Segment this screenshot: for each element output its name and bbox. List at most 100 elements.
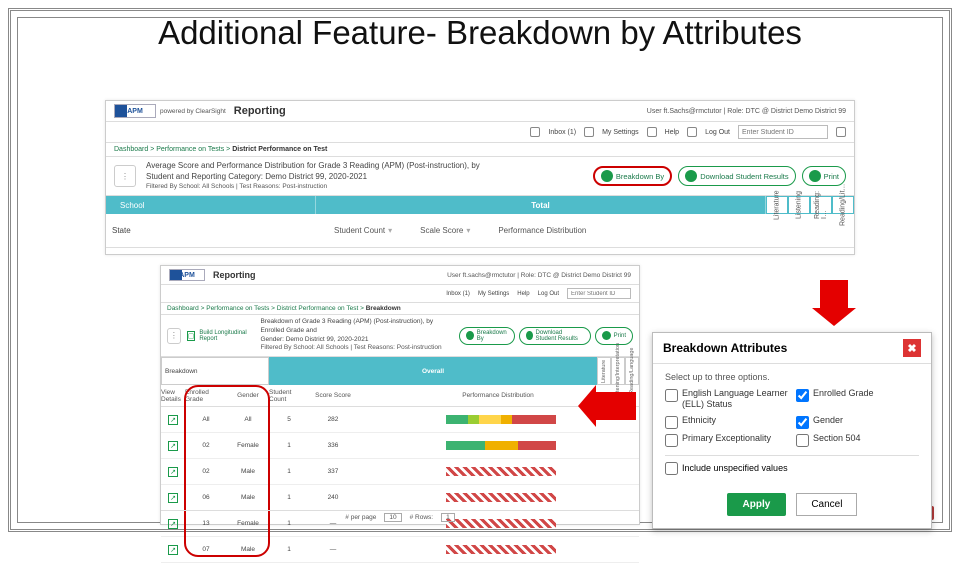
- build-label: Build Longitudinal Report: [199, 330, 254, 342]
- help-icon[interactable]: [647, 127, 657, 137]
- col-total: Total: [316, 196, 766, 214]
- table-subheader: State Student Count▾ Scale Score▾ Perfor…: [106, 214, 854, 248]
- attr-checkbox[interactable]: [665, 416, 678, 429]
- th-vert-1[interactable]: Listening/Interpretation: [611, 357, 625, 385]
- inbox-link[interactable]: Inbox (1): [548, 129, 576, 136]
- apply-button[interactable]: Apply: [727, 493, 787, 516]
- sort-icon: ▾: [466, 226, 470, 235]
- attr-option-0[interactable]: English Language Learner (ELL) Status: [665, 388, 788, 411]
- attr-checkbox[interactable]: [796, 389, 809, 402]
- filters-toggle[interactable]: ⋮: [114, 165, 136, 187]
- download-button[interactable]: Download Student Results: [678, 166, 795, 186]
- open-icon[interactable]: ↗: [168, 415, 178, 425]
- attr-checkbox[interactable]: [796, 416, 809, 429]
- search-icon[interactable]: [836, 127, 846, 137]
- pager-rows: # Rows:: [410, 514, 433, 521]
- attr-label: Enrolled Grade: [813, 388, 874, 399]
- help-link[interactable]: Help: [517, 291, 529, 297]
- attr-option-4[interactable]: Primary Exceptionality: [665, 433, 788, 447]
- print-button-2[interactable]: Print: [595, 327, 633, 345]
- feature-tab-1[interactable]: Listening: [788, 196, 810, 214]
- settings-link[interactable]: My Settings: [602, 129, 639, 136]
- open-icon[interactable]: ↗: [168, 545, 178, 555]
- cell-perf: [357, 493, 639, 502]
- logout-link[interactable]: Log Out: [538, 291, 559, 297]
- cell-count: 1: [269, 468, 309, 475]
- desc2-l1: Breakdown of Grade 3 Reading (APM) (Post…: [260, 318, 453, 336]
- attr-option-5[interactable]: Section 504: [796, 433, 919, 447]
- attr-label: Gender: [813, 415, 843, 426]
- include-unspecified[interactable]: Include unspecified values: [665, 462, 919, 475]
- breakdown-attributes-modal: Breakdown Attributes ✖ Select up to thre…: [652, 332, 932, 529]
- build-long-report[interactable]: ▢ Build Longitudinal Report: [187, 330, 255, 342]
- cell-perf: [357, 545, 639, 554]
- logout-icon[interactable]: [687, 127, 697, 137]
- cell-perf: [357, 441, 639, 450]
- attr-checkbox[interactable]: [665, 389, 678, 402]
- pager: # per page 10 # Rows: 1: [161, 510, 639, 524]
- include-checkbox[interactable]: [665, 462, 678, 475]
- cell-count: 1: [269, 494, 309, 501]
- breakdown-by-button-2[interactable]: Breakdown By: [459, 327, 515, 345]
- perf-bar: [446, 493, 556, 502]
- attr-option-1[interactable]: Enrolled Grade: [796, 388, 919, 411]
- sh-score: Score Score: [309, 385, 357, 406]
- app-header: APM powered by ClearSight Reporting User…: [106, 101, 854, 122]
- bc2-a[interactable]: Dashboard: [167, 305, 199, 312]
- breakdown-label: Breakdown By: [616, 172, 664, 181]
- perf-bar: [446, 441, 556, 450]
- print-label: Print: [824, 172, 839, 181]
- bc2-c[interactable]: District Performance on Test: [277, 305, 359, 312]
- cell-score: 336: [309, 442, 357, 449]
- search-input-2[interactable]: [567, 288, 631, 299]
- toolbar-2: Inbox (1) My Settings Help Log Out: [161, 285, 639, 303]
- app-header-2: APM Reporting User ft.sachs@rmctutor | R…: [161, 266, 639, 285]
- cell-score: 240: [309, 494, 357, 501]
- header-tools: Inbox (1) My Settings Help Log Out: [530, 125, 846, 139]
- download-icon: [685, 170, 697, 182]
- subcol-count: Student Count▾: [334, 226, 392, 235]
- help-link[interactable]: Help: [665, 129, 679, 136]
- inbox-link[interactable]: Inbox (1): [446, 291, 470, 297]
- toolbar: Inbox (1) My Settings Help Log Out: [106, 122, 854, 143]
- breakdown-by-button[interactable]: Breakdown By: [593, 166, 672, 186]
- gear-icon[interactable]: [584, 127, 594, 137]
- download-button-2[interactable]: Download Student Results: [519, 327, 590, 345]
- pager-val[interactable]: 10: [384, 513, 401, 522]
- attr-option-2[interactable]: Ethnicity: [665, 415, 788, 429]
- bc-perf[interactable]: Performance on Tests: [156, 146, 224, 153]
- include-label: Include unspecified values: [682, 463, 788, 473]
- attr-checkbox[interactable]: [665, 434, 678, 447]
- logout-link[interactable]: Log Out: [705, 129, 730, 136]
- inbox-icon[interactable]: [530, 127, 540, 137]
- perf-bar: [446, 467, 556, 476]
- section-title-2: Reporting: [213, 270, 256, 280]
- search-input[interactable]: [738, 125, 828, 139]
- column-highlight-oval: [184, 385, 270, 557]
- modal-title: Breakdown Attributes: [663, 341, 787, 355]
- attr-option-3[interactable]: Gender: [796, 415, 919, 429]
- open-icon[interactable]: ↗: [168, 493, 178, 503]
- bc2-b[interactable]: Performance on Tests: [206, 305, 269, 312]
- feature-tab-2[interactable]: Reading: I…: [810, 196, 832, 214]
- red-arrow-left: [596, 392, 636, 420]
- feature-tab-3[interactable]: Reading/Lit…: [832, 196, 854, 214]
- filters-toggle-2[interactable]: ⋮: [167, 328, 181, 344]
- pager-page[interactable]: 1: [441, 513, 455, 522]
- screenshot-breakdown: APM Reporting User ft.sachs@rmctutor | R…: [160, 265, 640, 525]
- cell-perf: [357, 467, 639, 476]
- attr-checkbox[interactable]: [796, 434, 809, 447]
- th-vert-0[interactable]: Literature: [597, 357, 611, 385]
- feature-tab-0[interactable]: Literature: [766, 196, 788, 214]
- close-icon[interactable]: ✖: [903, 339, 921, 357]
- cancel-button[interactable]: Cancel: [796, 493, 857, 516]
- bc-dashboard[interactable]: Dashboard: [114, 146, 148, 153]
- attr-label: Primary Exceptionality: [682, 433, 771, 444]
- open-icon[interactable]: ↗: [168, 467, 178, 477]
- th-vert-2[interactable]: Reading/Language: [625, 357, 639, 385]
- open-icon[interactable]: ↗: [168, 441, 178, 451]
- perf-bar: [446, 545, 556, 554]
- settings-link[interactable]: My Settings: [478, 291, 509, 297]
- modal-header: Breakdown Attributes ✖: [653, 333, 931, 364]
- desc2-l2: Gender: Demo District 99, 2020-2021: [260, 336, 453, 345]
